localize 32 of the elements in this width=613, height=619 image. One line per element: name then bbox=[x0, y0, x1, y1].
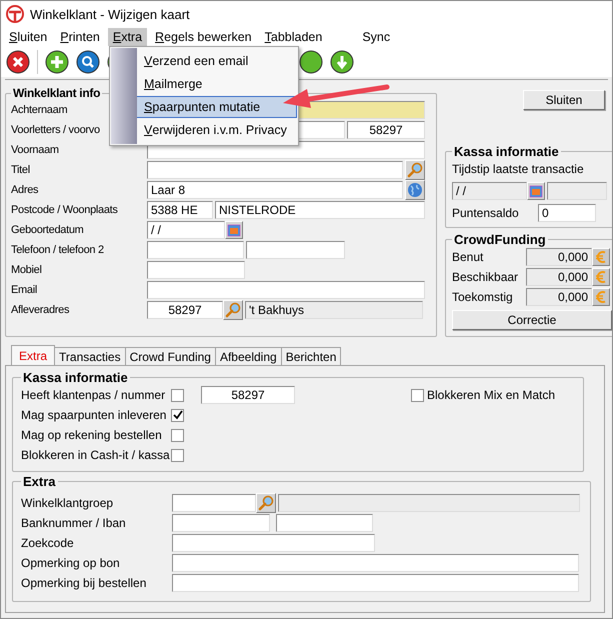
window-title: Winkelklant - Wijzigen kaart bbox=[30, 6, 190, 22]
checkbox-label: Blokkeren in Cash-it / kassa bbox=[21, 448, 171, 462]
group-title: Kassa informatie bbox=[453, 144, 560, 159]
checkbox-label: Mag spaarpunten inleveren bbox=[21, 408, 168, 422]
field-label: Adres bbox=[11, 184, 40, 196]
field-label: Voorletters / voorvo bbox=[11, 124, 101, 136]
field-label: Toekomstig bbox=[452, 290, 514, 304]
group-title: Kassa informatie bbox=[22, 370, 129, 385]
checkbox-label: Mag op rekening bestellen bbox=[21, 428, 163, 442]
field-label: Email bbox=[11, 284, 38, 296]
field-label: Achternaam bbox=[11, 104, 68, 116]
field-label: Zoekcode bbox=[21, 536, 75, 550]
field-label: Opmerking op bon bbox=[21, 556, 121, 570]
group-title: Winkelklant info bbox=[12, 86, 102, 100]
field-label: Tijdstip laatste transactie bbox=[452, 162, 585, 176]
field-label: Benut bbox=[452, 250, 484, 264]
checkbox-label: Heeft klantenpas / nummer bbox=[21, 388, 166, 402]
field-label: Afleveradres bbox=[11, 304, 70, 316]
field-label: Postcode / Woonplaats bbox=[11, 204, 119, 216]
group-title: CrowdFunding bbox=[453, 232, 547, 247]
field-label: Opmerking bij bestellen bbox=[21, 576, 148, 590]
field-label: Puntensaldo bbox=[452, 206, 520, 220]
field-label: Voornaam bbox=[11, 144, 60, 156]
field-label: Geboortedatum bbox=[11, 224, 85, 236]
field-label: Mobiel bbox=[11, 264, 43, 276]
field-label: Beschikbaar bbox=[452, 270, 520, 284]
field-label: Telefoon / telefoon 2 bbox=[11, 244, 105, 256]
field-label: Winkelklantgroep bbox=[21, 496, 114, 510]
field-label: Titel bbox=[11, 164, 31, 176]
checkbox-label: Blokkeren Mix en Match bbox=[427, 388, 556, 402]
field-label: Banknummer / Iban bbox=[21, 516, 127, 530]
group-title: Extra bbox=[22, 474, 57, 489]
